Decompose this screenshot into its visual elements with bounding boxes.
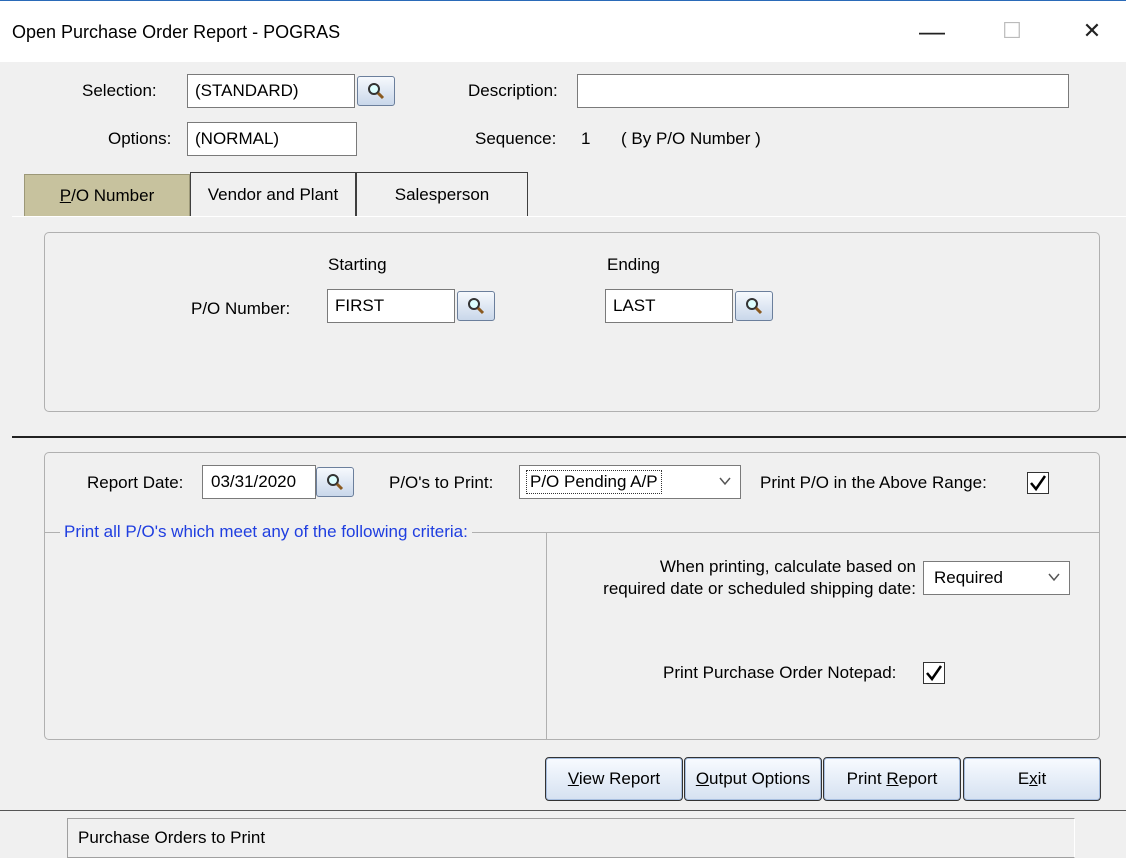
criteria-vertical-divider — [546, 532, 547, 740]
dropdown-arrow-icon — [1048, 573, 1060, 582]
notepad-label: Print Purchase Order Notepad: — [663, 663, 897, 682]
print-range-label: Print P/O in the Above Range: — [760, 473, 987, 492]
pos-to-print-value: P/O Pending A/P — [526, 470, 662, 494]
notepad-checkbox[interactable] — [923, 662, 945, 684]
selection-lookup-button[interactable] — [357, 76, 395, 106]
view-report-button[interactable]: View Report — [545, 757, 683, 801]
output-options-button[interactable]: Output Options — [684, 757, 822, 801]
tab-vendor-and-plant-label: Vendor and Plant — [207, 184, 339, 204]
starting-label: Starting — [328, 255, 387, 274]
calc-label-line1: When printing, calculate based on — [659, 557, 916, 576]
output-options-label: Output Options — [695, 769, 811, 788]
pos-to-print-select[interactable]: P/O Pending A/P — [519, 465, 741, 499]
close-button[interactable]: ✕ — [1056, 7, 1126, 55]
minimize-icon: — — [919, 15, 945, 46]
checkmark-icon — [1030, 475, 1047, 492]
criteria-label: Print all P/O's which meet any of the fo… — [60, 521, 472, 543]
exit-button[interactable]: Exit — [963, 757, 1101, 801]
options-field[interactable]: (NORMAL) — [187, 122, 357, 156]
magnifier-icon — [327, 474, 344, 491]
minimize-button[interactable]: — — [896, 7, 968, 55]
ending-label: Ending — [607, 255, 660, 274]
magnifier-icon — [368, 83, 385, 100]
print-report-label: Print Report — [846, 769, 938, 788]
calc-label-line2: required date or scheduled shipping date… — [603, 579, 916, 598]
tab-vendor-and-plant[interactable]: Vendor and Plant — [190, 172, 356, 216]
ending-po-field[interactable]: LAST — [605, 289, 733, 323]
pos-to-print-label: P/O's to Print: — [389, 473, 494, 492]
description-label: Description: — [468, 81, 558, 100]
title-bar: Open Purchase Order Report - POGRAS — ☐ … — [0, 0, 1126, 62]
starting-po-field[interactable]: FIRST — [327, 289, 455, 323]
sequence-description: ( By P/O Number ) — [621, 129, 761, 148]
print-report-button[interactable]: Print Report — [823, 757, 961, 801]
status-divider — [0, 810, 1126, 811]
tab-salesperson[interactable]: Salesperson — [356, 172, 528, 216]
starting-po-lookup-button[interactable] — [457, 291, 495, 321]
dropdown-arrow-icon — [719, 477, 731, 486]
status-text: Purchase Orders to Print — [78, 828, 266, 847]
tab-po-number[interactable]: P/O Number — [24, 174, 190, 216]
selection-field[interactable]: (STANDARD) — [187, 74, 355, 108]
exit-label: Exit — [1017, 769, 1047, 788]
view-report-label: View Report — [567, 769, 661, 788]
status-bar: Purchase Orders to Print — [67, 818, 1075, 858]
maximize-icon: ☐ — [1002, 18, 1022, 43]
sequence-value: 1 — [581, 129, 591, 148]
close-icon: ✕ — [1082, 18, 1102, 43]
po-number-label: P/O Number: — [191, 299, 291, 318]
maximize-button[interactable]: ☐ — [976, 7, 1048, 55]
checkmark-icon — [926, 665, 943, 682]
tab-salesperson-label: Salesperson — [394, 184, 490, 204]
magnifier-icon — [468, 298, 485, 315]
sequence-label: Sequence: — [475, 129, 557, 148]
report-date-label: Report Date: — [87, 473, 184, 492]
ending-po-lookup-button[interactable] — [735, 291, 773, 321]
description-field[interactable] — [577, 74, 1069, 108]
po-range-group — [44, 232, 1100, 412]
calc-basis-value: Required — [934, 568, 1003, 587]
selection-label: Selection: — [82, 81, 157, 100]
report-date-lookup-button[interactable] — [316, 467, 354, 497]
report-date-field[interactable]: 03/31/2020 — [202, 465, 316, 499]
print-range-checkbox[interactable] — [1027, 472, 1049, 494]
tab-po-number-label: P/O Number — [59, 185, 155, 205]
window-title: Open Purchase Order Report - POGRAS — [12, 22, 341, 42]
magnifier-icon — [746, 298, 763, 315]
calc-basis-select[interactable]: Required — [923, 561, 1070, 595]
options-label: Options: — [108, 129, 172, 148]
